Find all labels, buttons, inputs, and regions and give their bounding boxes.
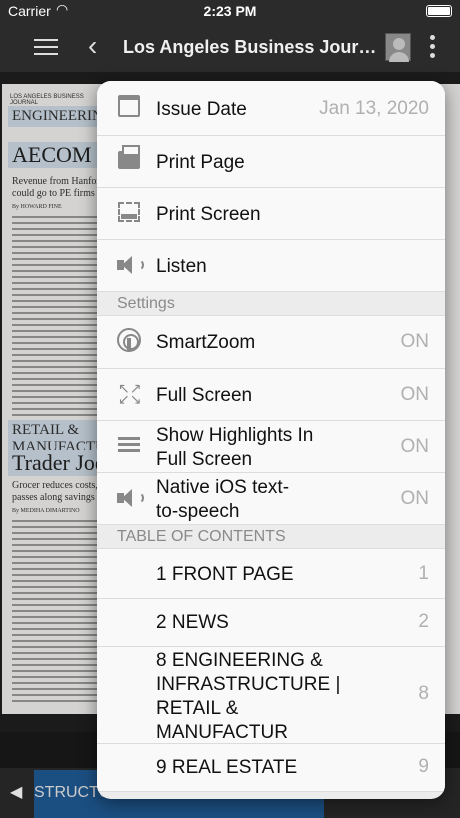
smartzoom-icon <box>117 328 141 352</box>
print-screen-row[interactable]: Print Screen <box>97 188 445 240</box>
status-bar: Carrier ◠ 2:23 PM <box>0 0 460 22</box>
fullscreen-label: Full Screen <box>156 385 253 406</box>
native-tts-row[interactable]: Native iOS text- to-speech ON <box>97 473 445 525</box>
user-avatar-icon[interactable] <box>385 33 411 62</box>
toc-item-page: 1 <box>418 563 429 584</box>
toc-item-title-line: RETAIL & <box>156 698 239 719</box>
fullscreen-row[interactable]: ↖↗ ↙↘ Full Screen ON <box>97 369 445 421</box>
toc-item-title: 9 REAL ESTATE <box>156 757 298 778</box>
native-tts-label: Native iOS text- to-speech <box>156 476 289 524</box>
toc-item[interactable]: 9 REAL ESTATE 9 <box>97 744 445 792</box>
hamburger-icon[interactable] <box>34 39 58 55</box>
toc-item-page: 9 <box>418 756 429 777</box>
print-page-row[interactable]: Print Page <box>97 136 445 188</box>
highlights-label-line2: Full Screen <box>156 449 253 470</box>
toc-item-title: 2 NEWS <box>156 612 229 633</box>
clock-time: 2:23 PM <box>203 3 257 19</box>
print-screen-label: Print Screen <box>156 204 261 225</box>
calendar-icon <box>118 95 140 117</box>
issue-date-label: Issue Date <box>156 99 247 120</box>
speaker-icon <box>117 256 145 274</box>
printer-icon <box>118 145 140 169</box>
highlights-label: Show Highlights In Full Screen <box>156 424 313 472</box>
native-tts-toggle[interactable]: ON <box>401 488 430 510</box>
options-popover: Issue Date Jan 13, 2020 Print Page Print… <box>97 81 445 799</box>
listen-row[interactable]: Listen <box>97 240 445 292</box>
native-tts-label-line2: to-speech <box>156 501 240 522</box>
toc-item-title: 8 ENGINEERING & INFRASTRUCTURE | RETAIL … <box>156 649 340 745</box>
toc-item-title: 1 FRONT PAGE <box>156 564 294 585</box>
expand-icon: ↖↗ ↙↘ <box>118 380 142 407</box>
toc-item[interactable]: 8 ENGINEERING & INFRASTRUCTURE | RETAIL … <box>97 647 445 744</box>
settings-section-header: Settings <box>97 292 445 316</box>
listen-label: Listen <box>156 256 207 277</box>
speaker-icon <box>117 489 145 507</box>
battery-icon <box>426 5 452 17</box>
highlights-row[interactable]: Show Highlights In Full Screen ON <box>97 421 445 473</box>
smartzoom-row[interactable]: SmartZoom ON <box>97 316 445 369</box>
toc-item-title-line: MANUFACTUR <box>156 722 288 743</box>
issue-date-value: Jan 13, 2020 <box>319 98 429 119</box>
smartzoom-toggle[interactable]: ON <box>401 331 430 353</box>
toc-item-title-line: INFRASTRUCTURE | <box>156 674 341 695</box>
toc-item[interactable]: 1 FRONT PAGE 1 <box>97 549 445 599</box>
toc-item-page: 8 <box>418 683 429 704</box>
print-screen-icon <box>118 202 140 222</box>
native-tts-label-line1: Native iOS text- <box>156 477 290 498</box>
smartzoom-label: SmartZoom <box>156 332 256 353</box>
fullscreen-toggle[interactable]: ON <box>401 384 430 406</box>
issue-date-row[interactable]: Issue Date Jan 13, 2020 <box>97 81 445 136</box>
more-vertical-icon[interactable] <box>430 35 438 62</box>
chevron-left-icon[interactable]: ‹ <box>88 32 97 60</box>
toc-item[interactable]: 2 NEWS 2 <box>97 599 445 647</box>
navigation-bar: ‹ Los Angeles Business Journal <box>0 22 460 72</box>
highlights-label-line1: Show Highlights In <box>156 425 314 446</box>
highlights-toggle[interactable]: ON <box>401 436 430 458</box>
publication-title: Los Angeles Business Journal <box>123 37 378 57</box>
toc-item-title-line: 8 ENGINEERING & <box>156 650 323 671</box>
highlights-icon <box>118 437 140 457</box>
toc-section-header: TABLE OF CONTENTS <box>97 525 445 549</box>
toc-item-page: 2 <box>418 611 429 632</box>
print-page-label: Print Page <box>156 152 245 173</box>
